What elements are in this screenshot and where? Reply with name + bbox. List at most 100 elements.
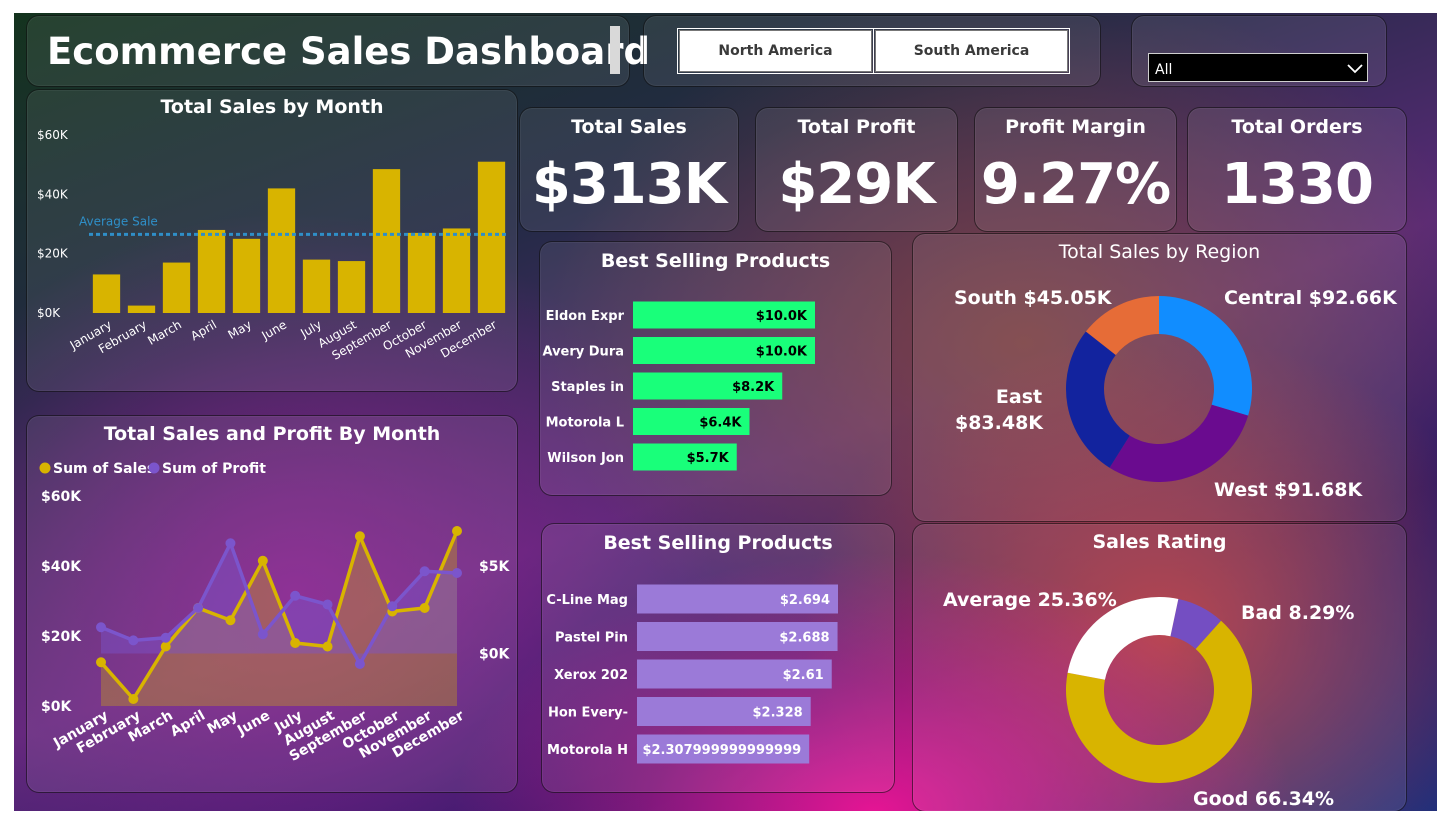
sales-point bbox=[257, 555, 268, 566]
y-tick-label: $20K bbox=[37, 247, 69, 261]
bar bbox=[162, 262, 191, 313]
sales-point bbox=[419, 603, 430, 613]
kpi-title: Total Sales bbox=[571, 116, 687, 138]
sales-by-region-panel: Total Sales by Region Central $92.66K Wes… bbox=[912, 233, 1407, 522]
average-line-label: Average Sale bbox=[79, 214, 158, 228]
profit-point bbox=[354, 659, 365, 669]
sales-by-month-chart: $0K$20K$40K$60KJanuaryFebruaryMarch April… bbox=[37, 128, 509, 363]
slice-label: East bbox=[996, 386, 1042, 408]
kpi-value: $313K bbox=[531, 152, 727, 217]
slice-label: Central $92.66K bbox=[1224, 287, 1398, 309]
profit-point bbox=[419, 566, 430, 577]
bar bbox=[337, 261, 366, 313]
dropdown-selected-value: All bbox=[1155, 62, 1173, 78]
data-label: $2.688 bbox=[779, 631, 829, 646]
profit-point bbox=[257, 629, 268, 640]
sales-by-region-chart: Central $92.66K West $91.68K East $83.48K So… bbox=[954, 287, 1398, 501]
kpi-title: Total Profit bbox=[797, 116, 916, 138]
data-label: $10.0K bbox=[756, 309, 808, 324]
best-selling-products-chart-2: C-Line Mag $2.694 Pastel Pin $2.688 Xerox 20… bbox=[546, 584, 838, 764]
best-selling-products-panel: Best Selling Products Eldon Expr $10.0K Av… bbox=[539, 241, 892, 496]
best-selling-products-panel-2: Best Selling Products C-Line Mag $2.694 Pa… bbox=[541, 523, 895, 793]
bar bbox=[407, 232, 436, 313]
region-filter-panel: North America South America bbox=[643, 15, 1101, 87]
sales-point bbox=[96, 657, 106, 668]
left-y-tick-label: $60K bbox=[41, 489, 82, 505]
sales-point bbox=[354, 531, 365, 542]
slice-label: Bad 8.29% bbox=[1241, 602, 1354, 624]
bar bbox=[267, 188, 296, 313]
profit-point bbox=[128, 635, 139, 646]
legend-label: Sum of Profit bbox=[162, 461, 266, 477]
slice-label: Good 66.34% bbox=[1193, 788, 1334, 810]
category-label: Staples in bbox=[551, 380, 624, 395]
left-y-tick-label: $20K bbox=[41, 629, 82, 645]
title-cursor-bar bbox=[610, 26, 620, 74]
data-label: $2.694 bbox=[780, 593, 830, 608]
kpi-value: 9.27% bbox=[980, 152, 1171, 217]
slice-label: Average 25.36% bbox=[943, 589, 1117, 611]
title-panel: Ecommerce Sales Dashboard bbox=[26, 15, 650, 87]
best-selling-products-chart: Eldon Expr $10.0K Avery Dura $10.0K Staples … bbox=[542, 301, 815, 471]
x-tick-label: May bbox=[226, 317, 254, 342]
data-label: $2.328 bbox=[753, 706, 803, 721]
x-tick-label: March bbox=[145, 317, 184, 347]
category-label: Hon Every- bbox=[548, 706, 628, 721]
chevron-down-icon bbox=[1347, 64, 1363, 74]
legend-marker-sales bbox=[39, 462, 51, 474]
profit-point bbox=[322, 599, 333, 610]
sales-point bbox=[128, 694, 139, 704]
kpi-title: Profit Margin bbox=[1005, 116, 1146, 138]
sales-profit-panel: Total Sales and Profit By Month Sum of S… bbox=[26, 415, 518, 793]
sales-rating-panel: Sales Rating Bad 8.29% Good 66.34% Average… bbox=[912, 523, 1407, 811]
slice-label: West $91.68K bbox=[1214, 479, 1363, 501]
bar bbox=[232, 238, 261, 313]
profit-point bbox=[452, 568, 462, 578]
bar bbox=[302, 259, 331, 313]
profit-point bbox=[193, 603, 204, 613]
right-y-tick-label: $0K bbox=[479, 647, 510, 663]
legend-label: Sum of Sales bbox=[53, 461, 155, 477]
data-label: $5.7K bbox=[687, 451, 730, 466]
kpi-total-profit: Total Profit $29K bbox=[755, 107, 958, 232]
donut-slice-east bbox=[1066, 331, 1130, 468]
x-tick-label: June bbox=[258, 317, 289, 343]
slice-label: $83.48K bbox=[955, 412, 1044, 434]
sales-point bbox=[225, 615, 236, 626]
kpi-total-orders: Total Orders 1330 bbox=[1187, 107, 1407, 232]
category-label: Wilson Jon bbox=[547, 451, 624, 466]
data-label: $10.0K bbox=[756, 345, 808, 360]
kpi-value: $29K bbox=[778, 152, 935, 217]
tab-south-america[interactable]: South America bbox=[873, 28, 1070, 74]
category-label: Pastel Pin bbox=[555, 631, 628, 646]
bar bbox=[92, 274, 121, 313]
profit-point bbox=[225, 538, 236, 549]
category-label: Motorola H bbox=[547, 743, 628, 758]
y-tick-label: $60K bbox=[37, 128, 69, 142]
x-tick-label: May bbox=[205, 708, 241, 738]
bar bbox=[372, 169, 401, 313]
slice-label: South $45.05K bbox=[954, 287, 1113, 309]
category-label: Avery Dura bbox=[542, 345, 624, 360]
tab-north-america[interactable]: North America bbox=[677, 28, 874, 74]
category-label: Xerox 202 bbox=[554, 668, 628, 683]
donut-slice-central bbox=[1159, 296, 1252, 416]
donut-slice-west bbox=[1109, 404, 1249, 482]
dashboard-canvas: Ecommerce Sales Dashboard North America … bbox=[14, 13, 1437, 811]
data-label: $8.2K bbox=[732, 380, 775, 395]
data-label: $6.4K bbox=[699, 416, 742, 431]
legend-marker-profit bbox=[148, 462, 160, 474]
category-dropdown[interactable]: All bbox=[1148, 53, 1368, 82]
sales-profit-chart: Sum of Sales Sum of Profit $0K $20K $40K $60K… bbox=[39, 461, 510, 765]
bar bbox=[442, 228, 471, 313]
kpi-title: Total Orders bbox=[1231, 116, 1363, 138]
y-tick-label: $40K bbox=[37, 187, 69, 201]
category-label: Motorola L bbox=[546, 416, 624, 431]
sales-point bbox=[160, 641, 171, 652]
right-y-tick-label: $5K bbox=[479, 559, 510, 575]
bar bbox=[477, 161, 506, 313]
page-title: Ecommerce Sales Dashboard bbox=[47, 30, 650, 73]
kpi-value: 1330 bbox=[1221, 152, 1374, 217]
y-tick-label: $0K bbox=[37, 306, 61, 320]
bar bbox=[127, 305, 156, 313]
